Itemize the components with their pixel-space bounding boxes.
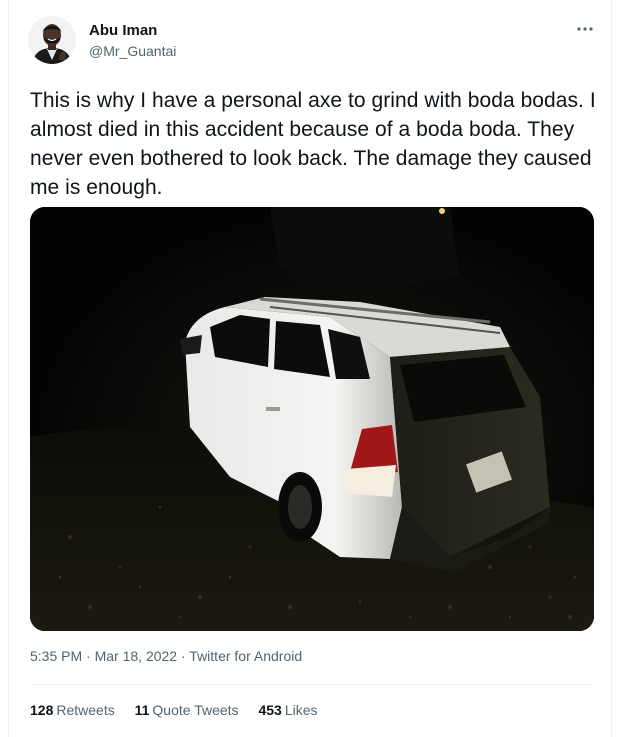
profile-photo-icon (28, 16, 76, 64)
likes-stat[interactable]: 453 Likes (258, 702, 317, 718)
tweet-meta: 5:35 PM · Mar 18, 2022 · Twitter for And… (30, 648, 302, 664)
tweet-source[interactable]: Twitter for Android (189, 648, 302, 664)
retweets-count: 128 (30, 702, 54, 718)
user-handle[interactable]: @Mr_Guantai (89, 43, 176, 59)
likes-label: Likes (284, 702, 318, 718)
quote-tweets-stat[interactable]: 11 Quote Tweets (135, 702, 239, 718)
meta-separator: · (86, 648, 91, 664)
retweets-stat[interactable]: 128 Retweets (30, 702, 115, 718)
meta-separator: · (180, 648, 186, 664)
tweet-card: Abu Iman @Mr_Guantai This is why I have … (8, 0, 612, 737)
display-name[interactable]: Abu Iman (89, 22, 157, 39)
car-photo-image (30, 207, 594, 631)
likes-count: 453 (258, 702, 282, 718)
divider (30, 684, 594, 685)
avatar[interactable] (28, 16, 76, 64)
retweets-label: Retweets (56, 702, 115, 718)
more-options-button[interactable] (573, 20, 597, 38)
tweet-stats: 128 Retweets 11 Quote Tweets 453 Likes (30, 702, 334, 718)
quote-tweets-label: Quote Tweets (152, 702, 239, 718)
tweet-time[interactable]: 5:35 PM (30, 648, 82, 664)
quote-tweets-count: 11 (134, 702, 150, 718)
tweet-text: This is why I have a personal axe to gri… (30, 89, 596, 199)
tweet-photo[interactable] (30, 207, 594, 631)
tweet-date[interactable]: Mar 18, 2022 (95, 648, 178, 664)
ellipsis-icon (577, 27, 593, 31)
